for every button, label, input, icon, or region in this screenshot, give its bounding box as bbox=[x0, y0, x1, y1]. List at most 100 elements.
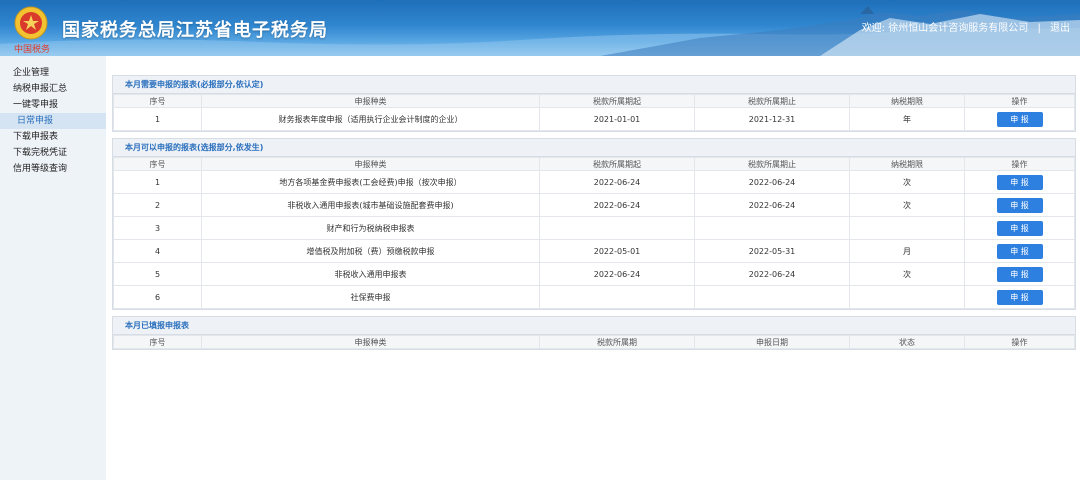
cell-type: 非税收入通用申报表(城市基础设施配套费申报) bbox=[201, 193, 540, 217]
declare-button[interactable]: 申 报 bbox=[996, 220, 1043, 236]
required-declarations-section: 本月需要申报的报表(必报部分,依认定) 序号 申报种类 税款所属期起 税款所属期… bbox=[112, 75, 1076, 132]
cell-end: 2022-05-31 bbox=[694, 239, 850, 263]
sidebar-item-download-forms[interactable]: 下载申报表 bbox=[0, 129, 106, 145]
col-header-type: 申报种类 bbox=[201, 157, 540, 171]
cell-start: 2022-06-24 bbox=[539, 193, 695, 217]
table-row: 1 财务报表年度申报（适用执行企业会计制度的企业） 2021-01-01 202… bbox=[113, 107, 1075, 131]
cell-start bbox=[539, 216, 695, 240]
col-header-date: 申报日期 bbox=[694, 335, 850, 349]
cell-action: 申 报 bbox=[964, 285, 1075, 309]
main-content: 本月需要申报的报表(必报部分,依认定) 序号 申报种类 税款所属期起 税款所属期… bbox=[112, 75, 1076, 356]
section-title: 本月可以申报的报表(选报部分,依发生) bbox=[113, 139, 1075, 157]
cell-type: 地方各项基金费申报表(工会经费)申报（按次申报） bbox=[201, 170, 540, 194]
col-header-action: 操作 bbox=[964, 157, 1075, 171]
cell-no: 1 bbox=[113, 107, 202, 131]
cell-start: 2022-05-01 bbox=[539, 239, 695, 263]
cell-period bbox=[849, 285, 965, 309]
cell-period: 次 bbox=[849, 193, 965, 217]
col-header-end: 税款所属期止 bbox=[694, 157, 850, 171]
separator: | bbox=[1037, 23, 1041, 34]
table-row: 1 地方各项基金费申报表(工会经费)申报（按次申报） 2022-06-24 20… bbox=[113, 170, 1075, 194]
cell-action: 申 报 bbox=[964, 170, 1075, 194]
declare-button[interactable]: 申 报 bbox=[996, 243, 1043, 259]
site-title: 国家税务总局江苏省电子税务局 bbox=[62, 20, 328, 41]
col-header-type: 申报种类 bbox=[201, 335, 540, 349]
col-header-no: 序号 bbox=[113, 157, 202, 171]
cell-end bbox=[694, 285, 850, 309]
col-header-action: 操作 bbox=[964, 94, 1075, 108]
table-header-row: 序号 申报种类 税款所属期起 税款所属期止 纳税期限 操作 bbox=[113, 157, 1075, 171]
cell-end: 2022-06-24 bbox=[694, 170, 850, 194]
col-header-period: 纳税期限 bbox=[849, 94, 965, 108]
declare-button[interactable]: 申 报 bbox=[996, 289, 1043, 305]
sidebar-item-download-certificate[interactable]: 下载完税凭证 bbox=[0, 145, 106, 161]
col-header-no: 序号 bbox=[113, 94, 202, 108]
cell-start: 2022-06-24 bbox=[539, 170, 695, 194]
logout-link[interactable]: 退出 bbox=[1050, 23, 1070, 34]
cell-type: 增值税及附加税（费）预缴税款申报 bbox=[201, 239, 540, 263]
cell-period: 年 bbox=[849, 107, 965, 131]
tax-emblem-icon bbox=[14, 6, 48, 40]
cell-end: 2022-06-24 bbox=[694, 193, 850, 217]
cell-action: 申 报 bbox=[964, 239, 1075, 263]
sidebar-item-credit-query[interactable]: 信用等级查询 bbox=[0, 161, 106, 177]
cell-type: 非税收入通用申报表 bbox=[201, 262, 540, 286]
col-header-end: 税款所属期止 bbox=[694, 94, 850, 108]
cell-no: 1 bbox=[113, 170, 202, 194]
table-header-row: 序号 申报种类 税款所属期 申报日期 状态 操作 bbox=[113, 335, 1075, 349]
cell-type: 财务报表年度申报（适用执行企业会计制度的企业） bbox=[201, 107, 540, 131]
cell-end bbox=[694, 216, 850, 240]
cell-no: 6 bbox=[113, 285, 202, 309]
welcome-text: 欢迎: 徐州恒山会计咨询服务有限公司 bbox=[861, 23, 1029, 34]
filed-table: 序号 申报种类 税款所属期 申报日期 状态 操作 bbox=[113, 335, 1075, 349]
cell-action: 申 报 bbox=[964, 216, 1075, 240]
cell-period bbox=[849, 216, 965, 240]
table-row: 4 增值税及附加税（费）预缴税款申报 2022-05-01 2022-05-31… bbox=[113, 239, 1075, 263]
cell-start bbox=[539, 285, 695, 309]
section-title: 本月已填报申报表 bbox=[113, 317, 1075, 335]
table-row: 6 社保费申报 申 报 bbox=[113, 285, 1075, 309]
user-area: 欢迎: 徐州恒山会计咨询服务有限公司 | 退出 bbox=[862, 19, 1070, 34]
sidebar: 企业管理 纳税申报汇总 一键零申报 日常申报 下载申报表 下载完税凭证 信用等级… bbox=[0, 56, 106, 480]
col-header-type: 申报种类 bbox=[201, 94, 540, 108]
cell-no: 4 bbox=[113, 239, 202, 263]
declare-button[interactable]: 申 报 bbox=[996, 197, 1043, 213]
cell-action: 申 报 bbox=[964, 193, 1075, 217]
cell-start: 2022-06-24 bbox=[539, 262, 695, 286]
col-header-period: 纳税期限 bbox=[849, 157, 965, 171]
cell-type: 财产和行为税纳税申报表 bbox=[201, 216, 540, 240]
sidebar-item-zero-declare[interactable]: 一键零申报 bbox=[0, 97, 106, 113]
col-header-start: 税款所属期起 bbox=[539, 94, 695, 108]
cell-action: 申 报 bbox=[964, 262, 1075, 286]
cell-period: 次 bbox=[849, 262, 965, 286]
cell-no: 2 bbox=[113, 193, 202, 217]
cell-period: 月 bbox=[849, 239, 965, 263]
sidebar-item-daily-declare[interactable]: 日常申报 bbox=[0, 113, 106, 129]
cell-action: 申 报 bbox=[964, 107, 1075, 131]
cell-no: 3 bbox=[113, 216, 202, 240]
sidebar-item-summary[interactable]: 纳税申报汇总 bbox=[0, 81, 106, 97]
sidebar-item-enterprise[interactable]: 企业管理 bbox=[0, 65, 106, 81]
cell-start: 2021-01-01 bbox=[539, 107, 695, 131]
declare-button[interactable]: 申 报 bbox=[996, 174, 1043, 190]
declare-button[interactable]: 申 报 bbox=[996, 266, 1043, 282]
col-header-start: 税款所属期起 bbox=[539, 157, 695, 171]
col-header-period: 税款所属期 bbox=[539, 335, 695, 349]
required-table: 序号 申报种类 税款所属期起 税款所属期止 纳税期限 操作 1 财务报表年度申报… bbox=[113, 94, 1075, 131]
col-header-action: 操作 bbox=[964, 335, 1075, 349]
table-row: 2 非税收入通用申报表(城市基础设施配套费申报) 2022-06-24 2022… bbox=[113, 193, 1075, 217]
declare-button[interactable]: 申 报 bbox=[996, 111, 1043, 127]
optional-table: 序号 申报种类 税款所属期起 税款所属期止 纳税期限 操作 1 地方各项基金费申… bbox=[113, 157, 1075, 309]
table-header-row: 序号 申报种类 税款所属期起 税款所属期止 纳税期限 操作 bbox=[113, 94, 1075, 108]
col-header-no: 序号 bbox=[113, 335, 202, 349]
top-banner: 中国税务 国家税务总局江苏省电子税务局 欢迎: 徐州恒山会计咨询服务有限公司 |… bbox=[0, 0, 1080, 56]
optional-declarations-section: 本月可以申报的报表(选报部分,依发生) 序号 申报种类 税款所属期起 税款所属期… bbox=[112, 138, 1076, 310]
section-title: 本月需要申报的报表(必报部分,依认定) bbox=[113, 76, 1075, 94]
brand-subtitle: 中国税务 bbox=[14, 45, 51, 55]
table-row: 5 非税收入通用申报表 2022-06-24 2022-06-24 次 申 报 bbox=[113, 262, 1075, 286]
filed-declarations-section: 本月已填报申报表 序号 申报种类 税款所属期 申报日期 状态 操作 bbox=[112, 316, 1076, 350]
cell-end: 2022-06-24 bbox=[694, 262, 850, 286]
cell-end: 2021-12-31 bbox=[694, 107, 850, 131]
cell-period: 次 bbox=[849, 170, 965, 194]
cell-type: 社保费申报 bbox=[201, 285, 540, 309]
